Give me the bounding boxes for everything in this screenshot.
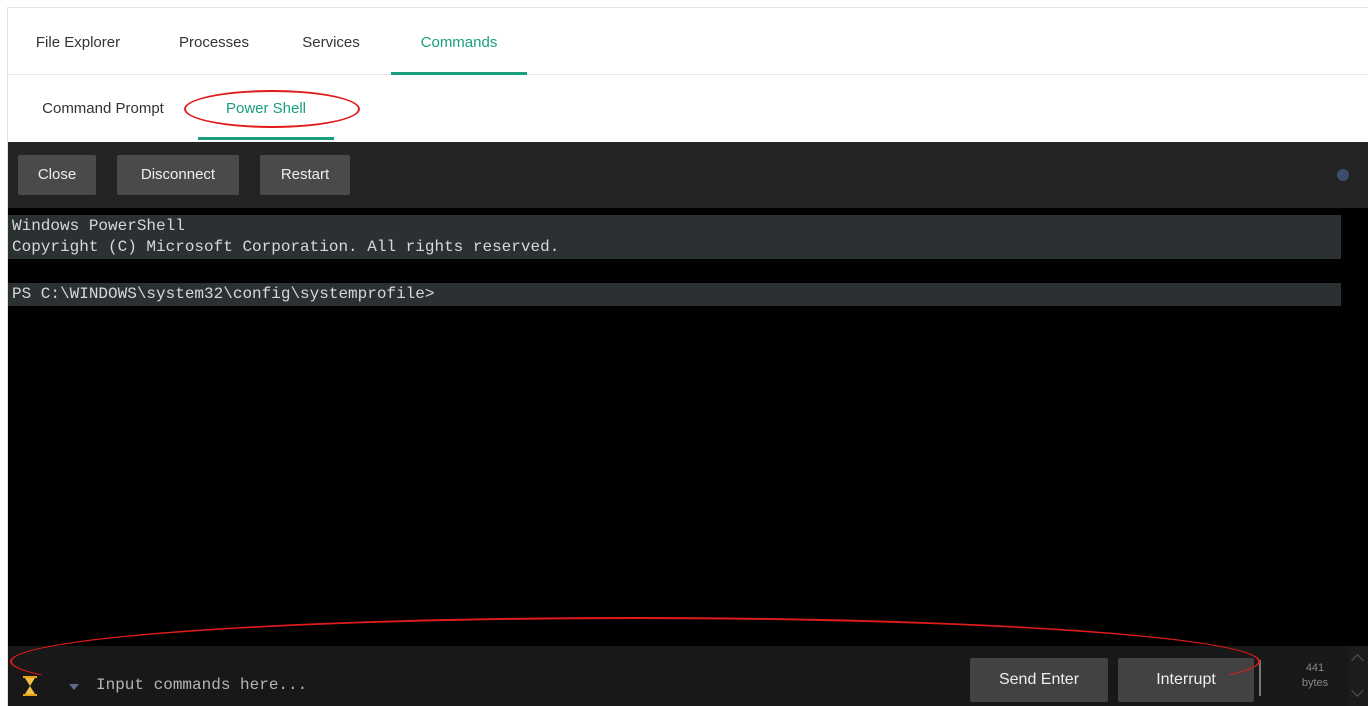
connection-status-dot (1337, 169, 1349, 181)
terminal-prompt-line: PS C:\WINDOWS\system32\config\systemprof… (8, 283, 1341, 306)
send-enter-button[interactable]: Send Enter (970, 658, 1108, 702)
terminal-toolbar: Close Disconnect Restart (8, 142, 1368, 208)
tab-services[interactable]: Services (294, 8, 368, 74)
disconnect-button[interactable]: Disconnect (117, 155, 239, 195)
caret-down-icon[interactable] (69, 684, 79, 690)
tab-file-explorer[interactable]: File Explorer (28, 8, 128, 74)
command-input[interactable] (96, 670, 966, 700)
input-divider (1259, 660, 1261, 696)
active-subtab-indicator (198, 137, 334, 140)
byte-counter: 441 bytes (1298, 661, 1332, 691)
tab-commands-label: Commands (420, 34, 498, 51)
subtab-power-shell-label: Power Shell (225, 100, 307, 117)
sub-tab-bar: Command Prompt Power Shell (8, 76, 1368, 142)
close-button[interactable]: Close (18, 155, 96, 195)
restart-button[interactable]: Restart (260, 155, 350, 195)
byte-count-value: 441 (1305, 662, 1325, 674)
interrupt-button[interactable]: Interrupt (1118, 658, 1254, 702)
subtab-command-prompt[interactable]: Command Prompt (28, 76, 178, 140)
hourglass-icon (23, 676, 37, 696)
command-input-bar: Send Enter Interrupt 441 bytes (8, 646, 1368, 706)
byte-count-unit: bytes (1301, 677, 1329, 689)
scroll-up-icon[interactable] (1351, 654, 1364, 667)
terminal-output-line: Windows PowerShell (8, 215, 1341, 238)
terminal-panel: Close Disconnect Restart Windows PowerSh… (8, 142, 1368, 706)
tab-commands[interactable]: Commands (391, 8, 527, 75)
terminal-output-line: Copyright (C) Microsoft Corporation. All… (8, 236, 1341, 259)
subtab-power-shell[interactable]: Power Shell (198, 76, 334, 140)
active-tab-indicator (391, 72, 527, 75)
input-scrollbar[interactable] (1348, 646, 1368, 706)
scroll-down-icon[interactable] (1351, 684, 1364, 697)
tab-processes[interactable]: Processes (166, 8, 262, 74)
main-tab-bar: File Explorer Processes Services Command… (8, 8, 1368, 75)
